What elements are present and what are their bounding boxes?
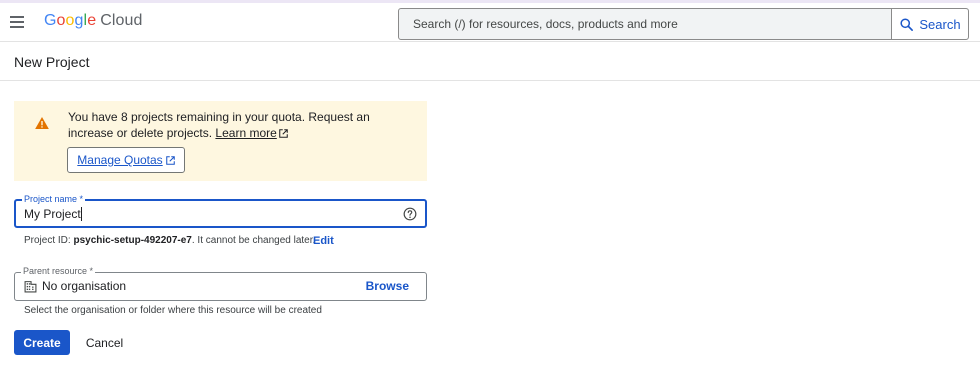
warning-icon bbox=[35, 117, 49, 129]
project-name-input[interactable]: My Project bbox=[24, 207, 82, 221]
search-bar: Search bbox=[398, 8, 969, 40]
manage-quotas-button[interactable]: Manage Quotas bbox=[67, 147, 185, 173]
manage-quotas-label: Manage Quotas bbox=[77, 153, 163, 167]
parent-resource-field[interactable]: Parent resource * No organisation Browse bbox=[14, 266, 427, 301]
search-icon bbox=[900, 17, 914, 31]
quota-message-block: You have 8 projects remaining in your qu… bbox=[68, 109, 418, 141]
project-name-field[interactable]: Project name * My Project bbox=[14, 194, 427, 228]
external-link-icon bbox=[279, 129, 288, 138]
parent-resource-value: No organisation bbox=[42, 279, 127, 293]
google-cloud-logo[interactable]: Google Cloud bbox=[44, 12, 143, 30]
create-button[interactable]: Create bbox=[14, 330, 70, 355]
learn-more-link[interactable]: Learn more bbox=[215, 126, 288, 140]
help-circle-icon[interactable] bbox=[403, 207, 417, 221]
project-name-label: Project name * bbox=[22, 194, 86, 205]
quota-notice: You have 8 projects remaining in your qu… bbox=[14, 101, 427, 181]
parent-resource-label: Parent resource * bbox=[21, 266, 96, 277]
search-button-label: Search bbox=[919, 16, 961, 32]
hamburger-menu-icon[interactable] bbox=[8, 13, 26, 31]
browse-button[interactable]: Browse bbox=[366, 279, 409, 293]
top-bar: Google Cloud Search bbox=[0, 3, 980, 42]
page-title: New Project bbox=[14, 54, 90, 70]
external-link-icon bbox=[165, 155, 175, 165]
project-id-value: psychic-setup-492207-e7 bbox=[73, 235, 192, 246]
search-input[interactable] bbox=[399, 9, 891, 39]
building-icon bbox=[24, 281, 37, 293]
search-button[interactable]: Search bbox=[891, 9, 968, 39]
edit-project-id-link[interactable]: Edit bbox=[313, 235, 334, 247]
cancel-button[interactable]: Cancel bbox=[77, 330, 132, 355]
parent-resource-hint: Select the organisation or folder where … bbox=[24, 305, 322, 316]
project-id-text: Project ID: psychic-setup-492207-e7. It … bbox=[24, 235, 316, 246]
page-header: New Project bbox=[0, 42, 980, 81]
